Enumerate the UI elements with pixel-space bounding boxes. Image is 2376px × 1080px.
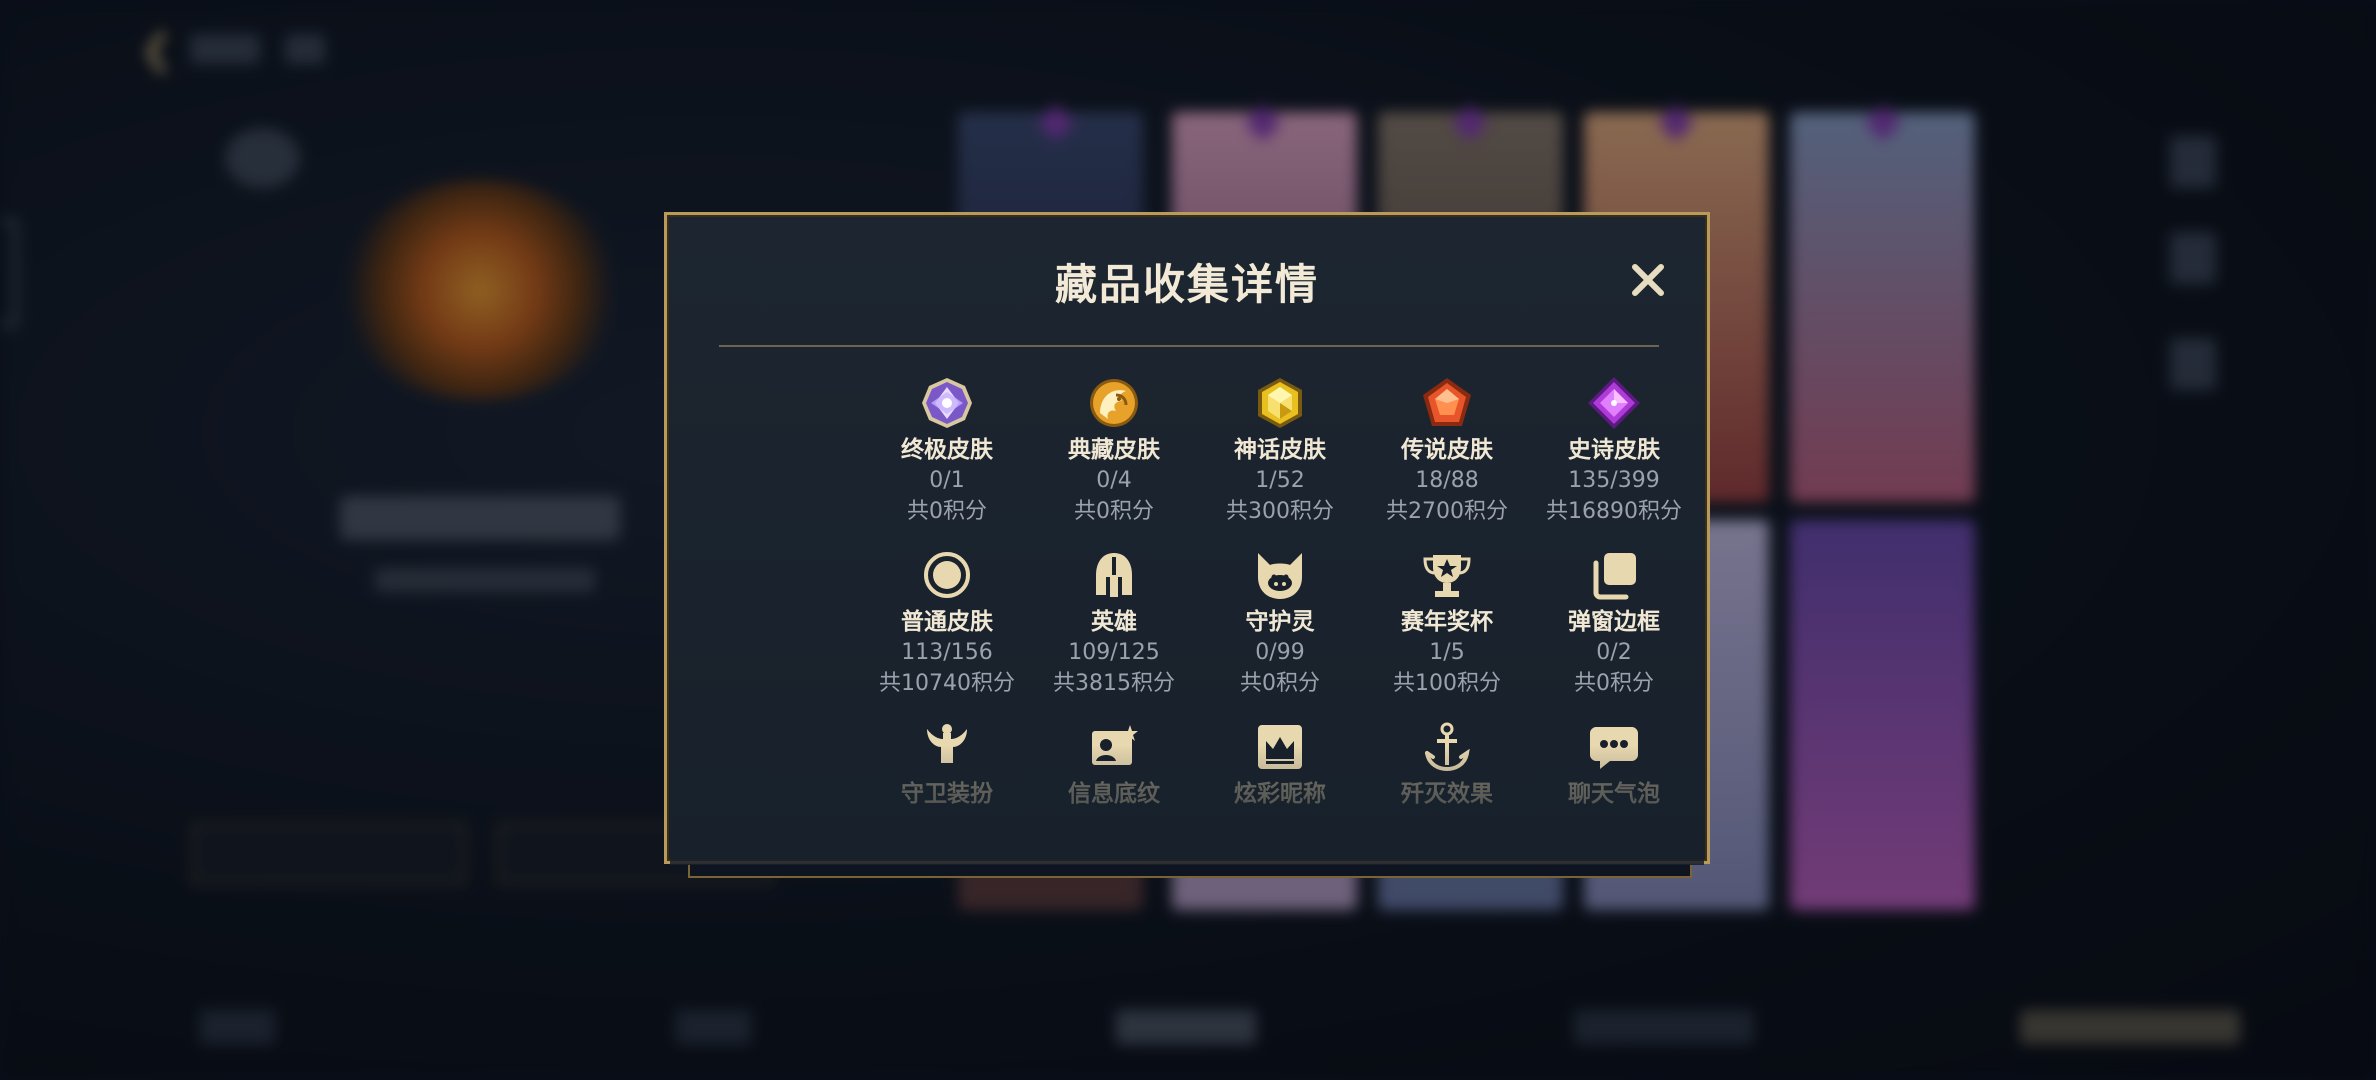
item-name: 守护灵 — [1245, 609, 1315, 635]
collection-item-chat-bubble[interactable]: 聊天气泡 — [1524, 719, 1704, 809]
collection-item-prestige-skin[interactable]: 典藏皮肤 0/4 共0积分 — [1024, 375, 1204, 527]
collection-item-common-skin[interactable]: 普通皮肤 113/156 共10740积分 — [857, 547, 1037, 699]
collection-item-season-trophy[interactable]: 赛年奖杯 1/5 共100积分 — [1357, 547, 1537, 699]
item-name: 歼灭效果 — [1401, 781, 1493, 807]
close-icon[interactable] — [1625, 257, 1671, 303]
mythic-skin-gem-icon — [1258, 378, 1302, 428]
collection-item-mythic-skin[interactable]: 神话皮肤 1/52 共300积分 — [1190, 375, 1370, 527]
item-name: 史诗皮肤 — [1568, 437, 1660, 463]
item-points: 共0积分 — [1074, 499, 1154, 524]
guardian-spirit-icon — [1258, 553, 1302, 599]
item-points: 共0积分 — [1574, 671, 1654, 696]
item-points: 共300积分 — [1226, 499, 1334, 524]
collection-item-guardian-spirit[interactable]: 守护灵 0/99 共0积分 — [1190, 547, 1370, 699]
item-name: 神话皮肤 — [1234, 437, 1326, 463]
item-count: 1/5 — [1429, 640, 1465, 665]
item-name: 弹窗边框 — [1568, 609, 1660, 635]
item-count: 0/2 — [1596, 640, 1632, 665]
item-count: 135/399 — [1568, 468, 1660, 493]
chat-bubble-icon — [1590, 727, 1638, 769]
item-points: 共0积分 — [907, 499, 987, 524]
collection-item-guard-outfit[interactable]: 守卫装扮 — [857, 719, 1037, 809]
item-points: 共100积分 — [1393, 671, 1501, 696]
item-count: 0/4 — [1096, 468, 1132, 493]
collection-item-elimination-effect[interactable]: 歼灭效果 — [1357, 719, 1537, 809]
item-name: 典藏皮肤 — [1068, 437, 1160, 463]
collection-item-legendary-skin[interactable]: 传说皮肤 18/88 共2700积分 — [1357, 375, 1537, 527]
epic-skin-gem-icon — [1588, 377, 1640, 429]
fancy-nickname-icon — [1258, 725, 1302, 769]
item-points: 共0积分 — [1240, 671, 1320, 696]
legendary-skin-gem-icon — [1423, 378, 1471, 426]
title-divider — [719, 345, 1659, 347]
item-points: 共2700积分 — [1386, 499, 1508, 524]
item-name: 赛年奖杯 — [1401, 609, 1493, 635]
item-name: 英雄 — [1091, 609, 1137, 635]
profile-background-icon — [1092, 725, 1138, 765]
item-name: 聊天气泡 — [1568, 781, 1660, 807]
collection-item-ultimate-skin[interactable]: 终极皮肤 0/1 共0积分 — [857, 375, 1037, 527]
item-name: 传说皮肤 — [1401, 437, 1493, 463]
item-name: 普通皮肤 — [901, 609, 993, 635]
common-skin-ring-icon — [924, 552, 970, 598]
item-name: 信息底纹 — [1068, 781, 1160, 807]
item-count: 0/1 — [929, 468, 965, 493]
item-count: 18/88 — [1415, 468, 1479, 493]
item-name: 守卫装扮 — [901, 781, 993, 807]
item-count: 1/52 — [1255, 468, 1305, 493]
dialog-title: 藏品收集详情 — [1054, 260, 1319, 309]
collection-item-epic-skin[interactable]: 史诗皮肤 135/399 共16890积分 — [1524, 375, 1704, 527]
guard-outfit-icon — [927, 724, 967, 763]
item-count: 0/99 — [1255, 640, 1305, 665]
hero-helmet-icon — [1096, 553, 1132, 597]
item-count: 113/156 — [901, 640, 993, 665]
collection-item-profile-background[interactable]: 信息底纹 — [1024, 719, 1204, 809]
season-trophy-icon — [1423, 555, 1471, 597]
collection-item-popup-frame[interactable]: 弹窗边框 0/2 共0积分 — [1524, 547, 1704, 699]
item-points: 共3815积分 — [1053, 671, 1175, 696]
item-name: 终极皮肤 — [901, 437, 993, 463]
item-points: 共10740积分 — [879, 671, 1015, 696]
collection-details-dialog: 藏品收集详情 终极皮肤 0/1 共0积分 典藏皮肤 0/4 共0积分 神话皮肤 … — [664, 212, 1710, 865]
item-count: 109/125 — [1068, 640, 1160, 665]
item-points: 共16890积分 — [1546, 499, 1682, 524]
close-button[interactable] — [1625, 257, 1671, 303]
ultimate-skin-gem-icon — [922, 378, 972, 428]
elimination-effect-icon — [1425, 722, 1470, 772]
collection-item-hero[interactable]: 英雄 109/125 共3815积分 — [1024, 547, 1204, 699]
item-name: 炫彩昵称 — [1234, 781, 1326, 807]
popup-frame-icon — [1593, 553, 1636, 600]
collection-item-fancy-nickname[interactable]: 炫彩昵称 — [1190, 719, 1370, 809]
prestige-skin-dragon-icon — [1090, 379, 1138, 427]
